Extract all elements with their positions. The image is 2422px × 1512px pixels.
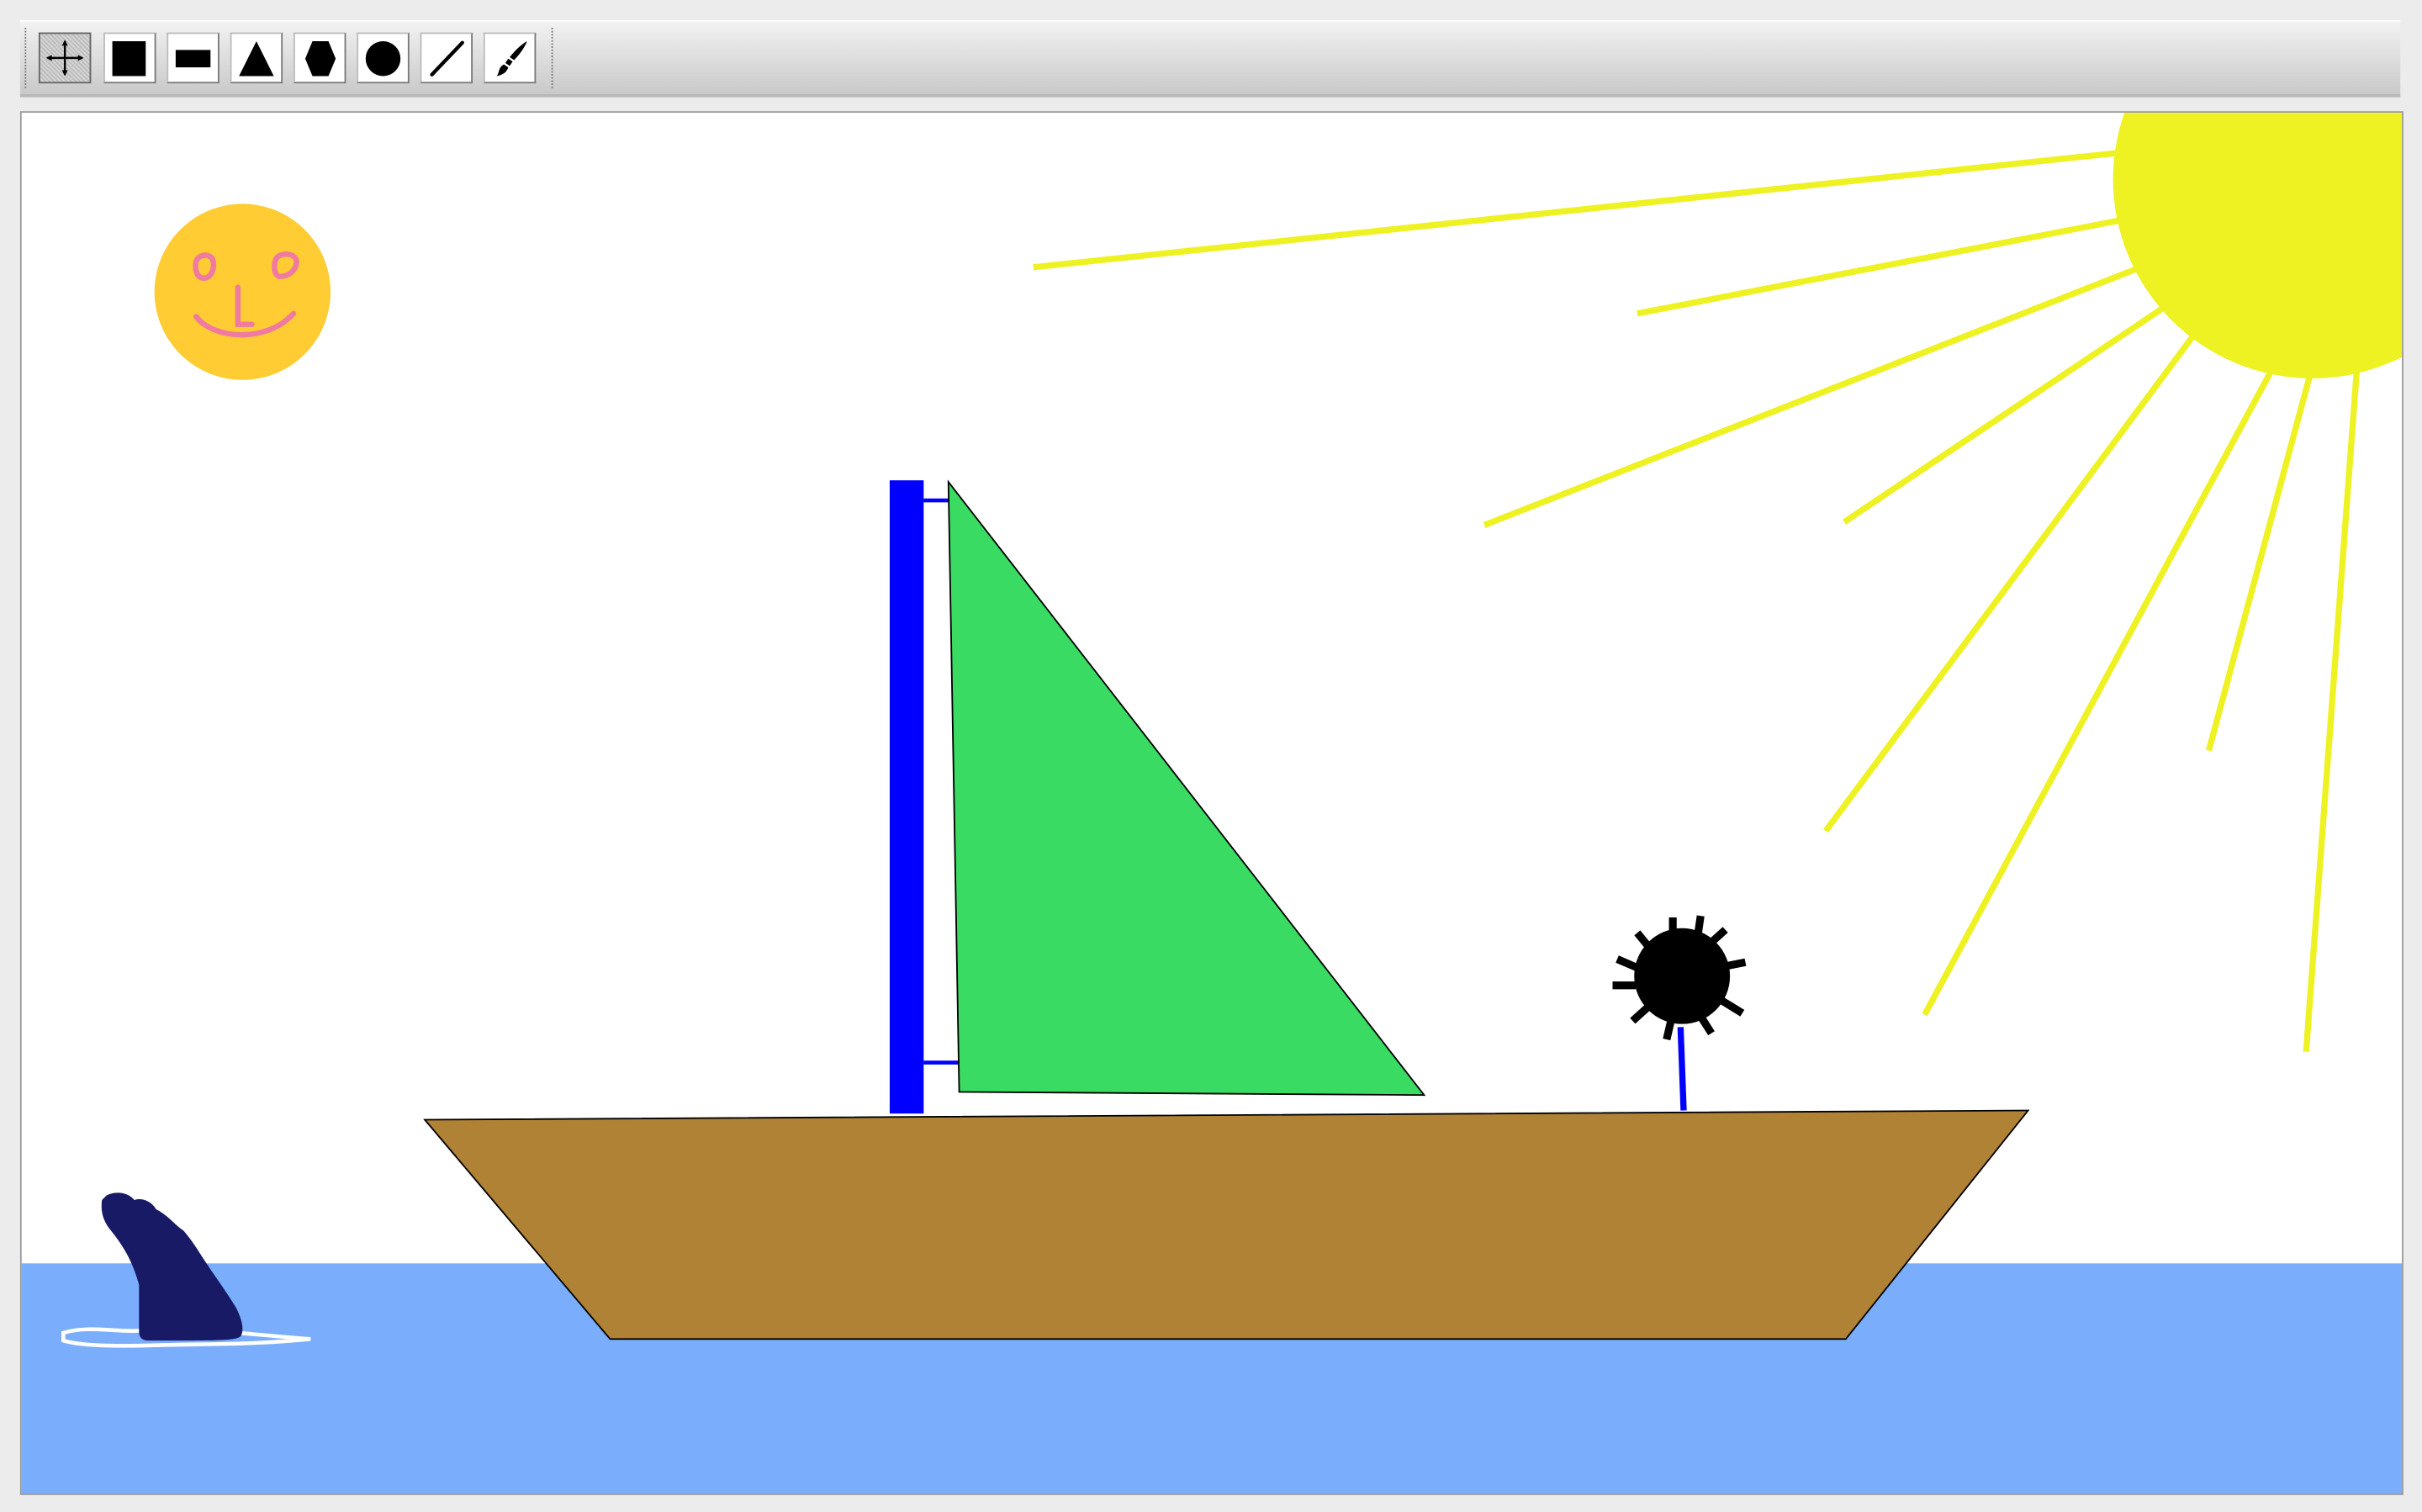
line-icon: [430, 40, 464, 77]
sailboat: [423, 479, 2030, 1340]
wide-rectangle-tool-button[interactable]: [167, 32, 219, 84]
ellipse-tool-button[interactable]: [357, 32, 410, 84]
sun-ray: [2303, 366, 2361, 1052]
triangle-tool-button[interactable]: [230, 32, 283, 84]
sea-mine: [1612, 915, 1747, 1111]
paint-app-window: [0, 0, 2422, 1512]
wide-rectangle-icon: [175, 50, 211, 68]
mine-body: [1634, 928, 1731, 1024]
hexagon-tool-button[interactable]: [293, 32, 346, 84]
hexagon-icon: [304, 41, 336, 77]
triangle-icon: [239, 41, 274, 77]
line-tool-button[interactable]: [420, 32, 473, 84]
rectangle-tool-button[interactable]: [103, 32, 156, 84]
mine-stem: [1677, 1027, 1687, 1111]
sun-ray: [2205, 371, 2314, 752]
boat-sail: [947, 479, 1426, 1097]
smiley-face: [154, 204, 331, 380]
boat-hull: [423, 1109, 2030, 1340]
toolbar-grip[interactable]: [24, 28, 27, 88]
brush-tool-button[interactable]: [483, 32, 537, 84]
toolbar-grip[interactable]: [551, 28, 553, 88]
move-tool-button[interactable]: [38, 32, 92, 84]
rectangle-icon: [112, 41, 146, 77]
toolbar: [19, 19, 2401, 98]
boat-mast: [889, 480, 924, 1114]
brush-icon: [496, 41, 527, 77]
ellipse-icon: [365, 41, 401, 77]
sun-ray: [1842, 304, 2166, 525]
drawing-canvas[interactable]: [19, 111, 2403, 1495]
sun-ray: [1483, 264, 2143, 528]
sun: [2113, 113, 2403, 378]
move-icon: [45, 40, 84, 77]
